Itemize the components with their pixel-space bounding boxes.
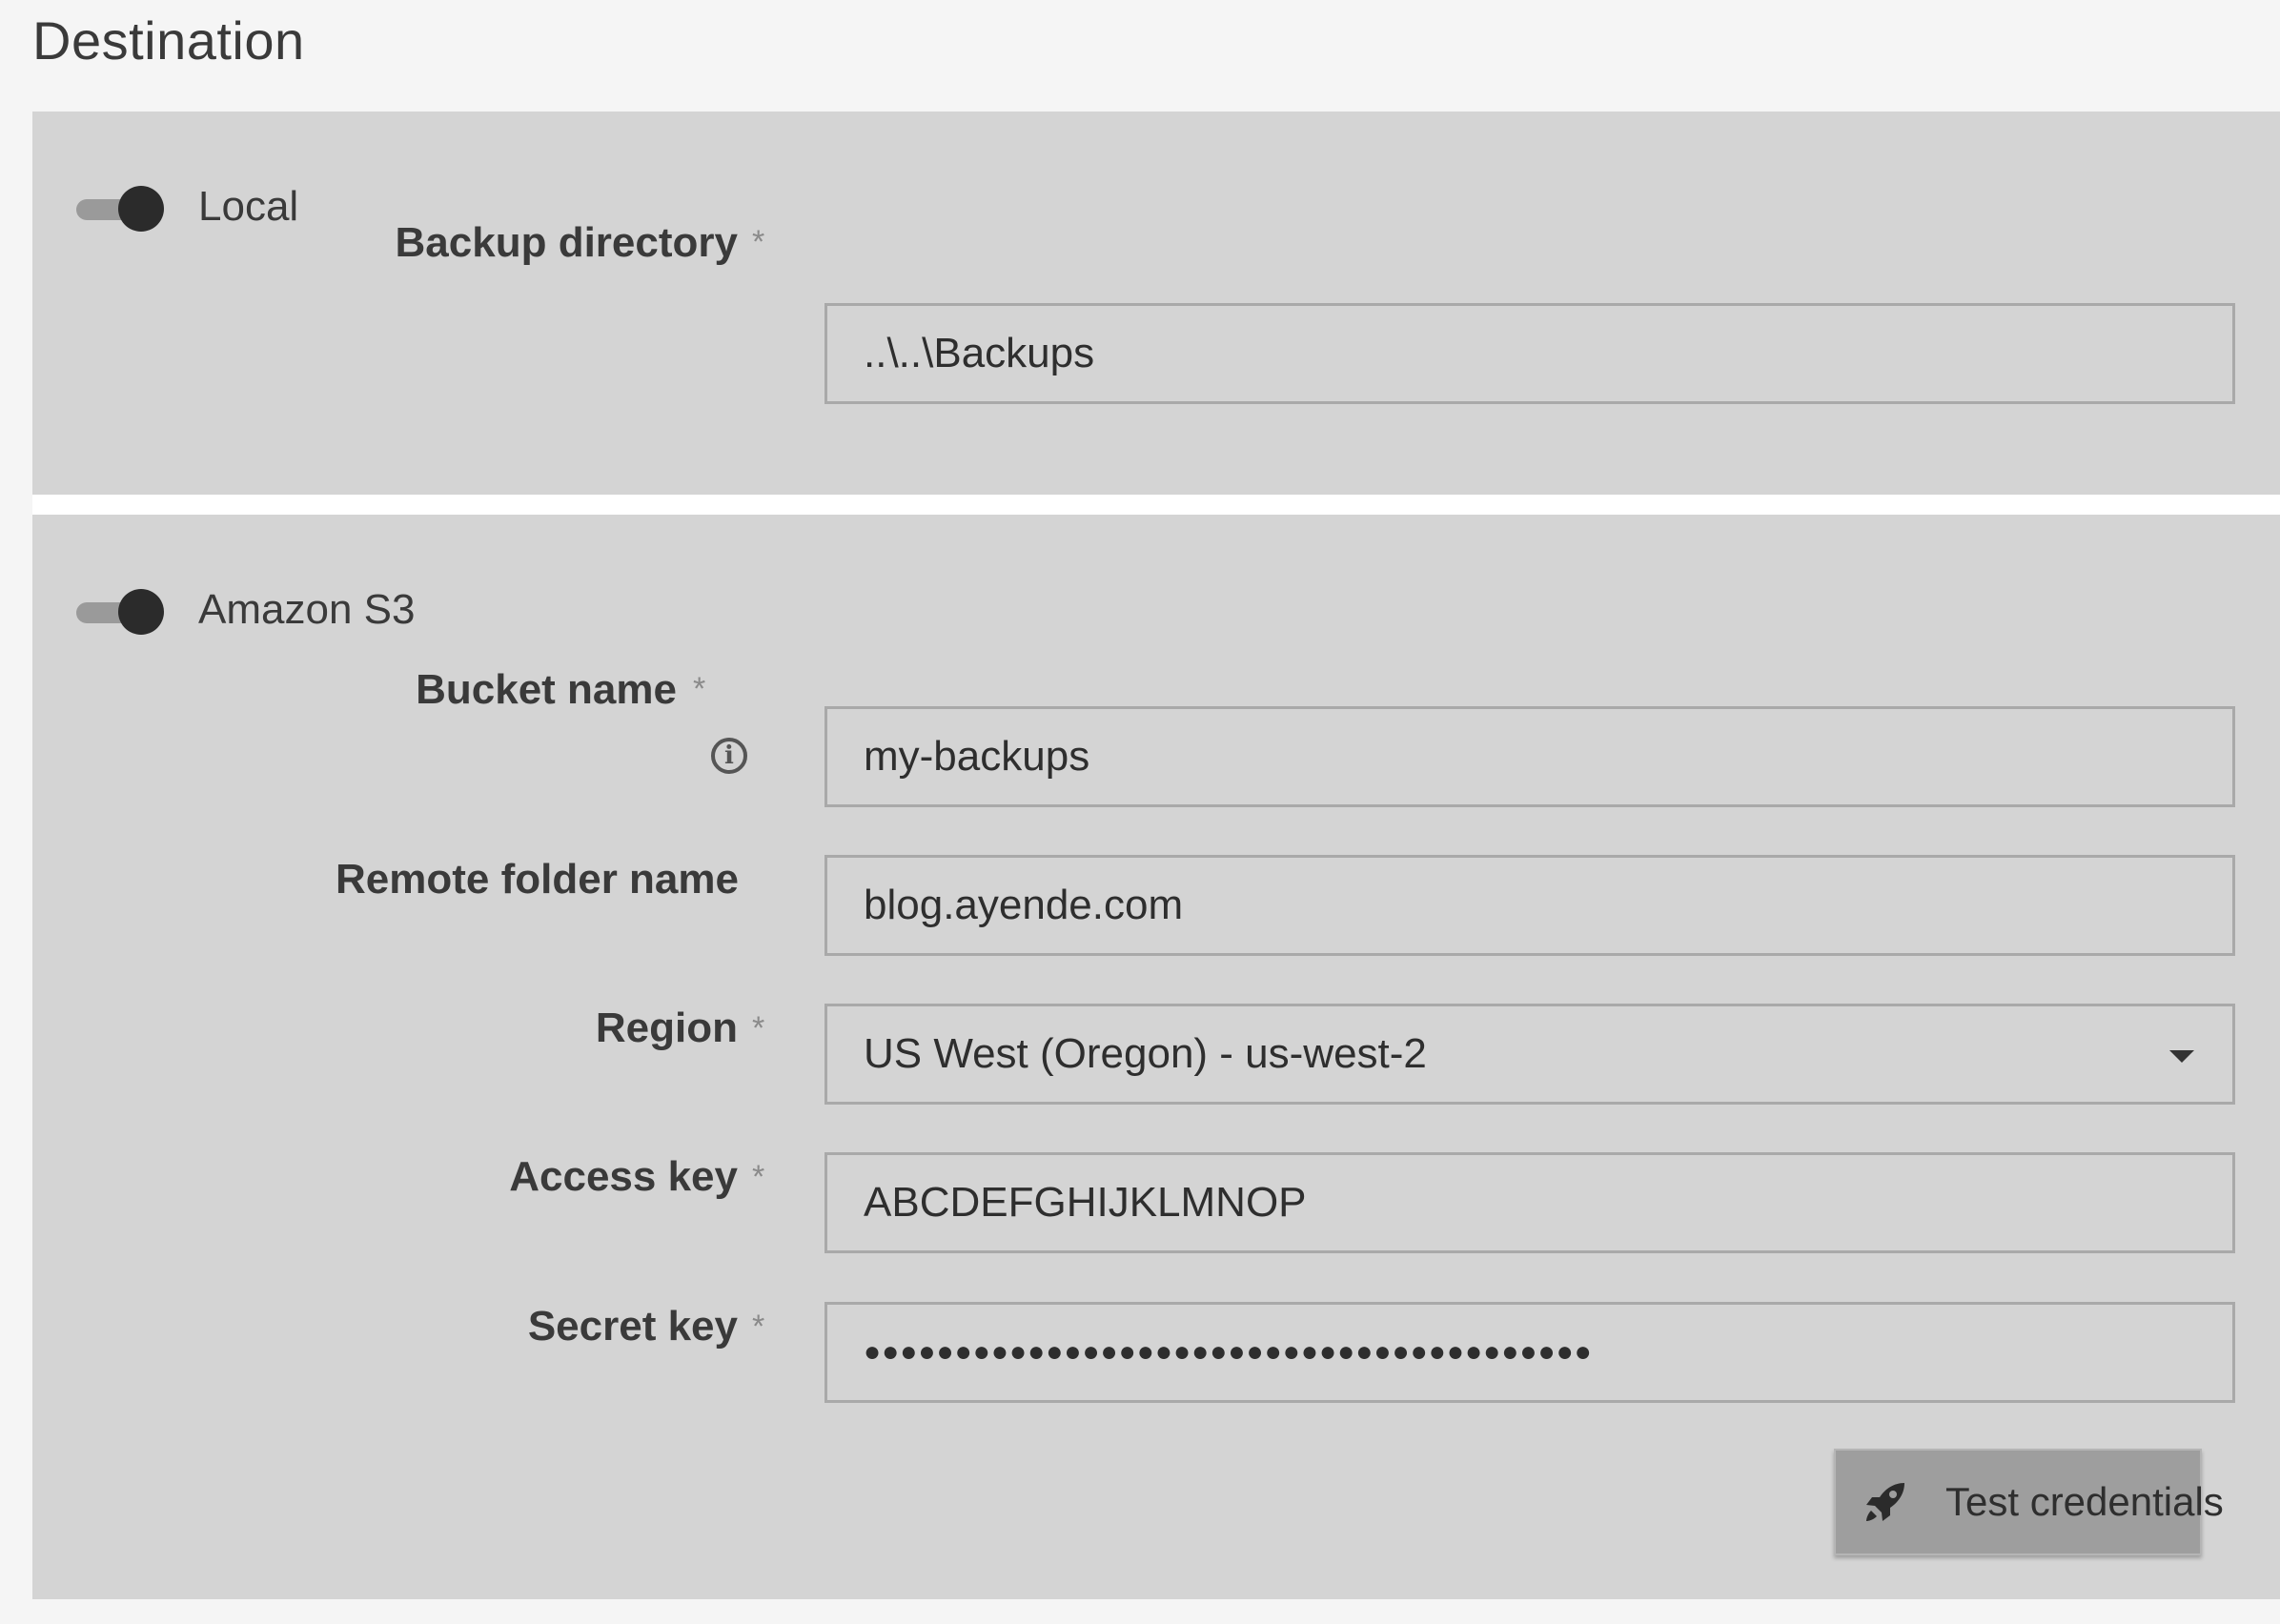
required-marker: * — [693, 671, 706, 707]
access-key-value: ABCDEFGHIJKLMNOP — [864, 1179, 1307, 1226]
remote-folder-name-input[interactable]: blog.ayende.com — [824, 855, 2235, 956]
secret-key-input[interactable]: ●●●●●●●●●●●●●●●●●●●●●●●●●●●●●●●●●●●●●●●● — [824, 1302, 2235, 1403]
chevron-down-icon — [2169, 1050, 2194, 1063]
test-credentials-label: Test credentials — [1945, 1479, 2224, 1524]
panel-divider — [32, 495, 2280, 515]
required-marker: * — [752, 1159, 765, 1195]
required-marker: * — [752, 1309, 765, 1345]
required-marker: * — [752, 224, 765, 260]
rocket-icon — [1866, 1483, 1904, 1521]
backup-directory-input[interactable]: ..\..\Backups — [824, 303, 2235, 404]
bucket-name-label: Bucket name — [416, 666, 677, 713]
info-glyph: i — [724, 741, 734, 770]
region-select[interactable]: US West (Oregon) - us-west-2 — [824, 1004, 2235, 1105]
backup-directory-value: ..\..\Backups — [864, 330, 1095, 376]
bucket-name-input[interactable]: my-backups — [824, 706, 2235, 807]
region-label: Region — [595, 1005, 738, 1051]
amazon-s3-toggle-label: Amazon S3 — [198, 586, 416, 633]
secret-key-label: Secret key — [527, 1303, 738, 1350]
page-title: Destination — [32, 10, 305, 71]
toggle-knob — [118, 589, 164, 635]
access-key-input[interactable]: ABCDEFGHIJKLMNOP — [824, 1152, 2235, 1253]
region-value: US West (Oregon) - us-west-2 — [864, 1030, 1427, 1077]
remote-folder-name-value: blog.ayende.com — [864, 882, 1184, 928]
backup-directory-label: Backup directory — [395, 219, 738, 266]
info-icon[interactable]: i — [711, 738, 747, 774]
remote-folder-name-label: Remote folder name — [336, 856, 739, 903]
required-marker: * — [752, 1010, 765, 1046]
bucket-name-value: my-backups — [864, 733, 1090, 780]
amazon-s3-destination-panel: Amazon S3 Bucket name * i my-backups Rem… — [32, 515, 2280, 1599]
amazon-s3-toggle[interactable] — [74, 589, 170, 637]
secret-key-value: ●●●●●●●●●●●●●●●●●●●●●●●●●●●●●●●●●●●●●●●● — [864, 1336, 1593, 1368]
test-credentials-button[interactable]: Test credentials — [1834, 1449, 2224, 1555]
access-key-label: Access key — [509, 1153, 738, 1200]
local-destination-panel: Local Backup directory * ..\..\Backups — [32, 112, 2280, 495]
